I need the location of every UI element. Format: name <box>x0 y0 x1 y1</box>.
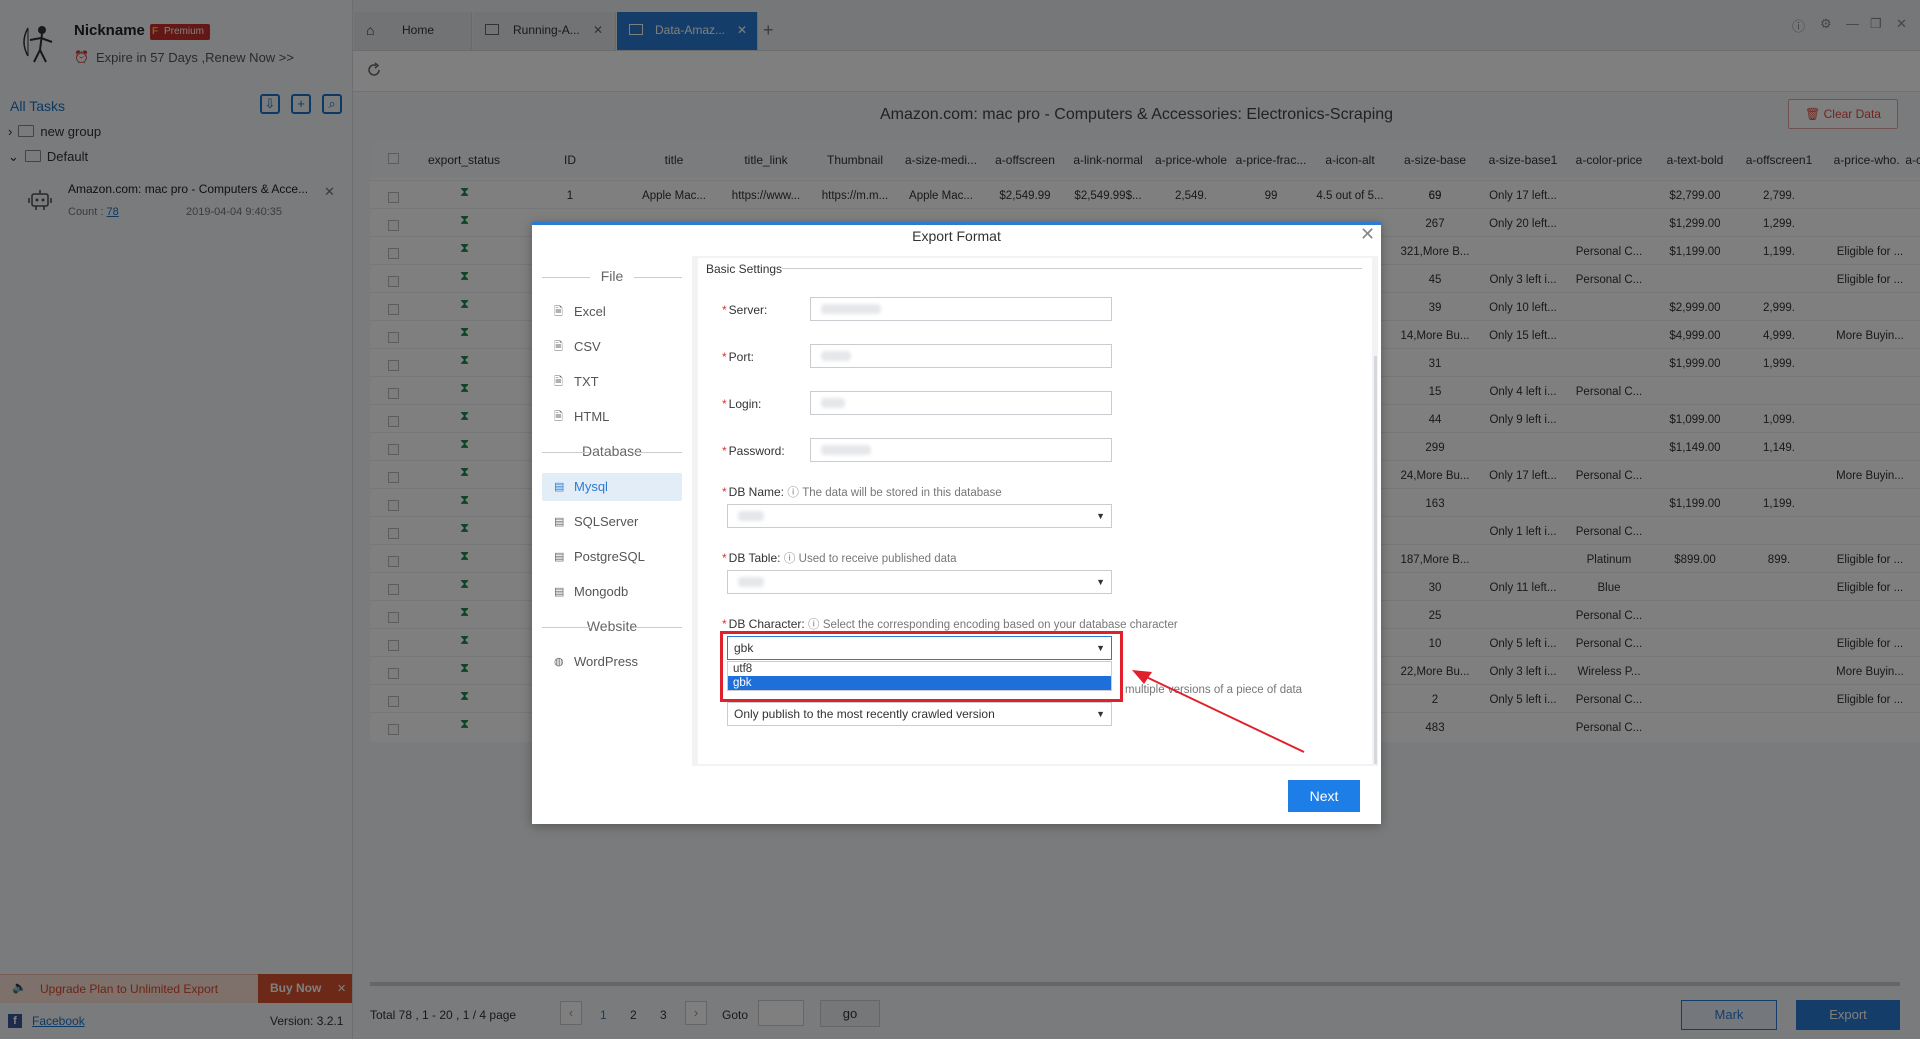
port-input[interactable] <box>810 344 1112 368</box>
nav-label: Mongodb <box>574 584 629 599</box>
dbname-hint: The data will be stored in this database <box>802 487 1002 499</box>
dbname-label: * DB Name: ⓘ The data will be stored in t… <box>722 485 1002 499</box>
info-icon: ⓘ <box>808 619 820 631</box>
highlight-box <box>720 631 1123 702</box>
login-input[interactable] <box>810 391 1112 415</box>
annotation-arrow-icon <box>1132 670 1305 753</box>
nav-label: CSV <box>574 339 601 354</box>
database-icon: ▤ <box>554 481 565 493</box>
port-label: * Port: <box>722 350 755 364</box>
info-icon: ⓘ <box>783 553 796 565</box>
nav-label: HTML <box>574 409 610 424</box>
login-label: * Login: <box>722 397 762 411</box>
basic-settings-title: Basic Settings <box>706 262 783 276</box>
file-icon: 🗎 <box>554 411 563 423</box>
caret-down-icon: ▼ <box>1096 511 1105 521</box>
nav-label: WordPress <box>574 654 639 669</box>
database-icon: ▤ <box>554 586 565 598</box>
caret-down-icon: ▼ <box>1096 577 1105 587</box>
server-input[interactable] <box>810 297 1112 321</box>
database-icon: ▤ <box>554 516 565 528</box>
divider <box>782 268 1362 269</box>
dbtable-label: * DB Table: ⓘ Used to receive published d… <box>722 551 957 565</box>
dbchar-label: * DB Character: ⓘ Select the correspondin… <box>722 617 1178 631</box>
file-icon: 🗎 <box>554 306 563 318</box>
nav-txt[interactable]: 🗎 TXT <box>542 368 682 396</box>
nav-label: Mysql <box>574 479 608 494</box>
nav-section-file: File <box>542 268 682 284</box>
database-icon: ▤ <box>554 551 565 563</box>
nav-wordpress[interactable]: ◍ WordPress <box>542 648 682 676</box>
dbname-select[interactable]: ▼ <box>727 504 1112 528</box>
info-icon: ⓘ <box>787 487 799 499</box>
file-icon: 🗎 <box>554 341 563 353</box>
close-icon[interactable]: ✕ <box>1360 224 1375 245</box>
nav-label: Excel <box>574 304 606 319</box>
nav-mongodb[interactable]: ▤ Mongodb <box>542 578 682 606</box>
form-scrollbar[interactable] <box>1374 356 1377 764</box>
publish-version-select[interactable]: Only publish to the most recently crawle… <box>727 702 1112 726</box>
nav-excel[interactable]: 🗎 Excel <box>542 298 682 326</box>
nav-html[interactable]: 🗎 HTML <box>542 403 682 431</box>
password-label: * Password: <box>722 444 785 458</box>
server-label: * Server: <box>722 303 768 317</box>
nav-section-database: Database <box>542 443 682 459</box>
publish-value: Only publish to the most recently crawle… <box>734 707 995 721</box>
dbtable-select[interactable]: ▼ <box>727 570 1112 594</box>
dbchar-hint: Select the corresponding encoding based … <box>822 619 1178 631</box>
nav-label: TXT <box>574 374 599 389</box>
next-button[interactable]: Next <box>1288 780 1360 812</box>
nav-csv[interactable]: 🗎 CSV <box>542 333 682 361</box>
dialog-title: Export Format <box>912 228 1001 244</box>
nav-postgresql[interactable]: ▤ PostgreSQL <box>542 543 682 571</box>
file-icon: 🗎 <box>554 376 563 388</box>
nav-label: SQLServer <box>574 514 639 529</box>
globe-icon: ◍ <box>554 656 564 668</box>
nav-sqlserver[interactable]: ▤ SQLServer <box>542 508 682 536</box>
nav-label: PostgreSQL <box>574 549 645 564</box>
nav-section-website: Website <box>542 618 682 634</box>
nav-mysql[interactable]: ▤ Mysql <box>542 473 682 501</box>
password-input[interactable] <box>810 438 1112 462</box>
dbtable-hint: Used to receive published data <box>798 553 957 565</box>
caret-down-icon: ▼ <box>1096 709 1105 719</box>
